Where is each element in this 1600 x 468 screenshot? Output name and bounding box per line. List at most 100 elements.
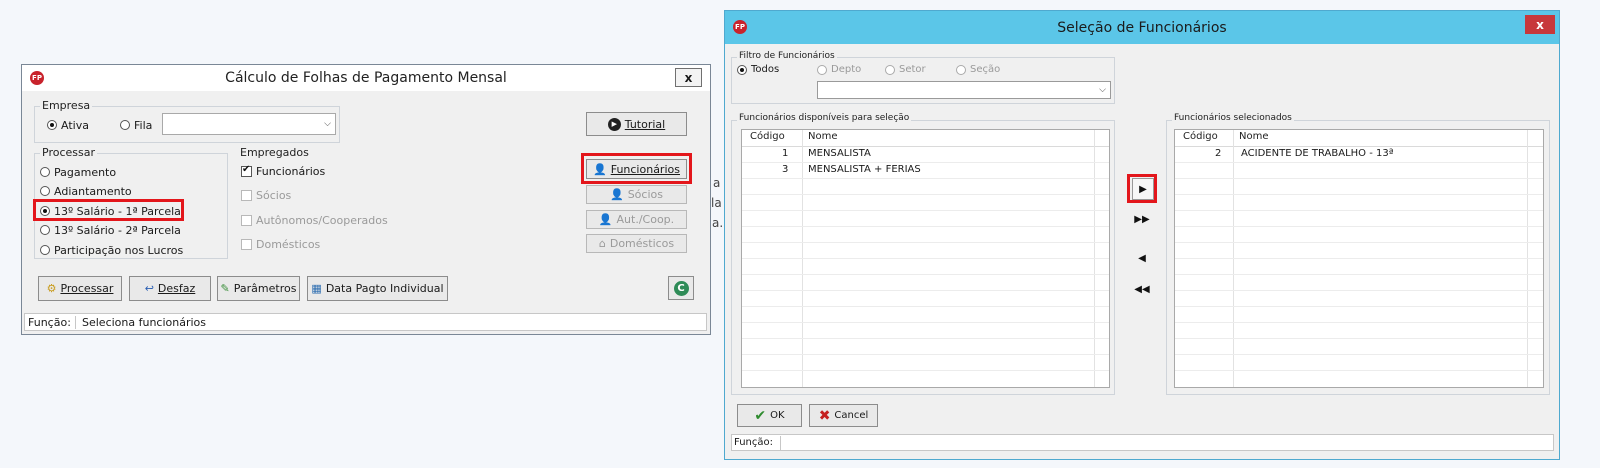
highlight-funcionarios-button (581, 153, 692, 184)
close-button[interactable]: x (675, 68, 702, 87)
status-label: Função: (734, 437, 773, 448)
cell-nome: MENSALISTA (808, 148, 871, 159)
radio-icon (817, 64, 827, 75)
play-icon: ▶ (607, 117, 621, 131)
selecao-funcionarios-window: FP Seleção de Funcionários x Filtro de F… (724, 10, 1560, 460)
checkbox-icon (241, 214, 252, 226)
calc-c-icon: C (673, 280, 689, 296)
data-pagto-individual-button[interactable]: ▦ Data Pagto Individual (307, 276, 448, 301)
status-label: Função: (28, 316, 71, 329)
parameters-icon: ✎ (220, 282, 230, 295)
background-text-2: la (711, 196, 722, 210)
radio-participacao-lucros[interactable]: Participação nos Lucros (40, 243, 183, 257)
column-header-codigo[interactable]: Código (750, 131, 785, 142)
socios-button[interactable]: 👤 Sócios (586, 185, 687, 204)
window-title: Cálculo de Folhas de Pagamento Mensal (225, 70, 507, 86)
process-icon: ⚙ (46, 282, 57, 295)
title-bar[interactable]: FP Cálculo de Folhas de Pagamento Mensal… (22, 65, 710, 91)
cancel-button[interactable]: ✖ Cancel (809, 404, 878, 427)
processar-button[interactable]: ⚙ Processar (38, 276, 122, 301)
radio-depto[interactable]: Depto (817, 64, 861, 76)
empresa-label: Empresa (40, 99, 93, 112)
move-all-right-button[interactable]: ▶▶ (1132, 209, 1152, 229)
status-divider (780, 436, 781, 450)
radio-icon (956, 64, 966, 75)
radio-icon (40, 167, 50, 177)
grid-header (742, 130, 1109, 147)
move-left-button[interactable]: ◀ (1132, 248, 1152, 268)
desfaz-button[interactable]: ↩ Desfaz (129, 276, 211, 301)
empresa-dropdown[interactable]: ⌵ (162, 113, 336, 135)
column-header-codigo[interactable]: Código (1183, 131, 1218, 142)
cell-nome: ACIDENTE DE TRABALHO - 13ª (1241, 148, 1394, 159)
checkbox-icon (241, 238, 252, 250)
status-value: Seleciona funcionários (82, 316, 207, 329)
checkbox-checked-icon (241, 164, 252, 177)
selecionados-grid[interactable]: Código Nome 2 ACIDENTE DE TRABALHO - 13ª (1174, 129, 1544, 388)
filtro-label: Filtro de Funcionários (737, 51, 837, 61)
grid-header (1175, 130, 1543, 147)
checkbox-socios[interactable]: Sócios (241, 188, 291, 202)
calendar-icon: ▦ (311, 282, 322, 295)
chevron-down-icon: ⌵ (324, 119, 331, 129)
cell-nome: MENSALISTA + FERIAS (808, 164, 921, 175)
background-text-1: a (713, 176, 721, 190)
checkbox-autonomos[interactable]: Autônomos/Cooperados (241, 213, 388, 227)
status-divider (75, 316, 76, 329)
title-bar[interactable]: FP Seleção de Funcionários x (725, 11, 1559, 44)
move-all-right-icon: ▶▶ (1134, 213, 1150, 225)
column-header-nome[interactable]: Nome (1239, 131, 1269, 142)
radio-todos[interactable]: Todos (737, 64, 779, 76)
highlight-13-primeira-parcela (33, 199, 184, 221)
window-title: Seleção de Funcionários (1057, 20, 1227, 36)
checkbox-funcionarios[interactable]: Funcionários (241, 164, 325, 178)
radio-ativa-icon (47, 120, 57, 130)
aut-coop-button[interactable]: 👤 Aut./Coop. (586, 210, 687, 229)
calculator-button[interactable]: C (668, 276, 694, 300)
cell-codigo: 1 (782, 148, 789, 159)
user-icon: 👤 (610, 188, 624, 201)
house-icon: ⌂ (598, 237, 606, 250)
column-header-nome[interactable]: Nome (808, 131, 838, 142)
radio-secao[interactable]: Seção (956, 64, 1000, 76)
checkbox-domesticos[interactable]: Domésticos (241, 237, 320, 251)
move-all-left-button[interactable]: ◀◀ (1132, 279, 1152, 299)
radio-icon (40, 245, 50, 255)
processar-label: Processar (40, 146, 97, 159)
radio-setor[interactable]: Setor (885, 64, 926, 76)
radio-fila-icon (120, 120, 130, 130)
disponiveis-grid[interactable]: Código Nome 1 MENSALISTA 3 MENSALISTA + … (741, 129, 1110, 388)
radio-icon (885, 64, 895, 75)
radio-adiantamento[interactable]: Adiantamento (40, 184, 132, 198)
close-x-icon: ✖ (818, 407, 831, 424)
radio-pagamento[interactable]: Pagamento (40, 165, 116, 179)
undo-icon: ↩ (144, 282, 154, 295)
radio-icon (40, 186, 50, 196)
move-left-icon: ◀ (1138, 252, 1146, 264)
chevron-down-icon: ⌵ (1099, 85, 1106, 95)
radio-icon (737, 64, 747, 75)
ok-button[interactable]: ✔ OK (737, 404, 802, 427)
radio-icon (40, 225, 50, 235)
selecionados-label: Funcionários selecionados (1172, 113, 1294, 123)
tutorial-button[interactable]: ▶ Tutorial (586, 112, 687, 136)
highlight-move-right-button (1127, 174, 1157, 203)
radio-ativa[interactable]: Ativa (47, 118, 89, 132)
folha-pagamento-window: FP Cálculo de Folhas de Pagamento Mensal… (21, 64, 711, 335)
filtro-dropdown[interactable]: ⌵ (817, 81, 1111, 99)
cell-codigo: 3 (782, 164, 789, 175)
status-bar: Função: (731, 434, 1554, 451)
disponiveis-label: Funcionários disponíveis para seleção (737, 113, 912, 123)
cell-codigo: 2 (1215, 148, 1222, 159)
radio-13-segunda-parcela[interactable]: 13º Salário - 2ª Parcela (40, 223, 181, 237)
close-button[interactable]: x (1525, 15, 1555, 34)
parametros-button[interactable]: ✎ Parâmetros (217, 276, 300, 301)
radio-fila[interactable]: Fila (120, 118, 152, 132)
checkbox-icon (241, 189, 252, 201)
empregados-label: Empregados (238, 146, 311, 159)
domesticos-button[interactable]: ⌂ Domésticos (586, 234, 687, 253)
user-icon: 👤 (598, 213, 613, 226)
status-bar: Função: Seleciona funcionários (24, 313, 707, 331)
move-all-left-icon: ◀◀ (1134, 283, 1150, 295)
background-text-3: a. (712, 216, 724, 230)
